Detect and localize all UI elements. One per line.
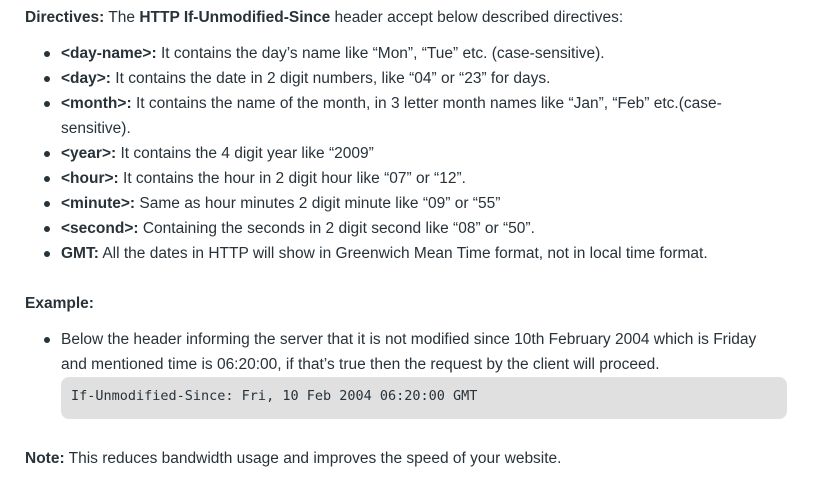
example-heading: Example: [25,291,94,316]
header-name: HTTP If-Unmodified-Since [139,9,331,26]
directive-text: It contains the day’s name like “Mon”, “… [160,45,605,62]
directive-item-day: <day>: It contains the date in 2 digit n… [25,66,785,91]
article-content: Directives: The HTTP If-Unmodified-Since… [0,0,814,483]
directive-item-second: <second>: Containing the seconds in 2 di… [25,216,785,241]
example-list: Below the header informing the server th… [25,327,785,377]
intro-post-text: header accept below described directives… [334,9,624,26]
intro-pre-text: The [108,9,136,26]
directive-text: It contains the hour in 2 digit hour lik… [123,170,466,187]
directive-text: It contains the name of the month, in 3 … [61,95,722,137]
directive-item-day-name: <day-name>: It contains the day’s name l… [25,41,785,66]
directive-item-month: <month>: It contains the name of the mon… [25,91,785,141]
directive-term: GMT: [61,245,99,262]
directive-term: <year>: [61,145,117,162]
note-label: Note: [25,450,65,467]
directive-text: Containing the seconds in 2 digit second… [142,220,535,237]
example-item-text: Below the header informing the server th… [61,331,757,373]
directive-item-hour: <hour>: It contains the hour in 2 digit … [25,166,785,191]
note-text: This reduces bandwidth usage and improve… [68,450,562,467]
bullet-icon [44,337,50,343]
bullet-icon [44,176,50,182]
code-block: If-Unmodified-Since: Fri, 10 Feb 2004 06… [61,377,787,419]
bullet-icon [44,201,50,207]
bullet-icon [44,251,50,257]
directive-term: <hour>: [61,170,119,187]
directive-term: <day>: [61,70,111,87]
directive-item-minute: <minute>: Same as hour minutes 2 digit m… [25,191,785,216]
directives-label: Directives: [25,9,105,26]
directive-text: All the dates in HTTP will show in Green… [102,245,708,262]
bullet-icon [44,76,50,82]
directive-term: <minute>: [61,195,136,212]
bullet-icon [44,151,50,157]
directive-item-year: <year>: It contains the 4 digit year lik… [25,141,785,166]
directive-term: <month>: [61,95,132,112]
bullet-icon [44,226,50,232]
code-line: If-Unmodified-Since: Fri, 10 Feb 2004 06… [71,388,478,404]
bullet-icon [44,51,50,57]
bullet-icon [44,101,50,107]
directive-term: <second>: [61,220,139,237]
example-label: Example: [25,295,94,312]
directive-text: It contains the 4 digit year like “2009” [120,145,374,162]
directive-text: It contains the date in 2 digit numbers,… [115,70,551,87]
directive-text: Same as hour minutes 2 digit minute like… [139,195,501,212]
directive-item-gmt: GMT: All the dates in HTTP will show in … [25,241,785,266]
directives-list: <day-name>: It contains the day’s name l… [25,41,785,266]
directives-intro: Directives: The HTTP If-Unmodified-Since… [25,5,623,30]
directive-term: <day-name>: [61,45,157,62]
example-item: Below the header informing the server th… [25,327,785,377]
note-paragraph: Note: This reduces bandwidth usage and i… [25,446,562,471]
